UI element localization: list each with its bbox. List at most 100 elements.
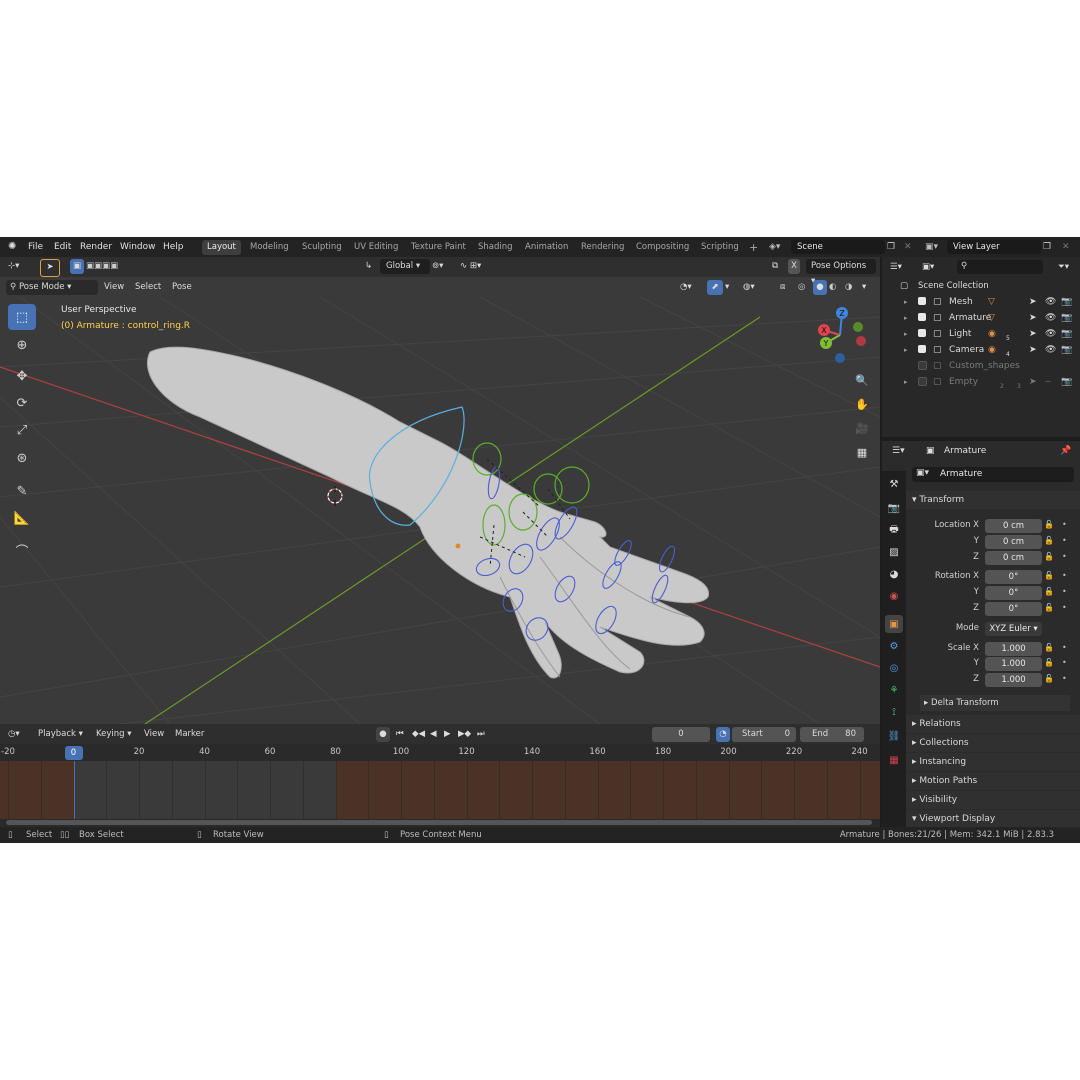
include-checkbox[interactable] (918, 297, 926, 305)
remove-view-layer-icon[interactable]: ✕ (1062, 240, 1070, 254)
tab-uv-editing[interactable]: UV Editing (349, 240, 403, 255)
display-mode-icon[interactable]: ▣▾ (922, 259, 934, 275)
view-layer-icon[interactable]: ▣▾ (925, 240, 938, 254)
rotation-mode-dropdown[interactable]: XYZ Euler ▾ (985, 622, 1042, 636)
selectable-arrow-icon[interactable]: ➤ (1029, 326, 1037, 342)
relax-tool-icon[interactable]: ⌒ (8, 537, 36, 563)
xray-icon[interactable]: ⧈ (780, 280, 785, 295)
expand-arrow-icon[interactable]: ▸ (904, 294, 908, 310)
marker-menu[interactable]: Marker (175, 727, 204, 742)
shading-dropdown-icon[interactable]: ▾ (862, 280, 866, 295)
selectable-arrow-icon[interactable]: ➤ (1029, 310, 1037, 326)
data-tab-icon[interactable]: ⟟ (885, 703, 903, 721)
properties-section[interactable]: ▸ Visibility (906, 791, 1080, 809)
new-view-layer-icon[interactable]: ❐ (1043, 240, 1051, 254)
render-camera-icon[interactable]: 📷 (1061, 374, 1072, 390)
scene-icon[interactable]: ◈▾ (769, 240, 780, 254)
keyframe-dot-icon[interactable]: • (1062, 587, 1067, 596)
blender-logo-icon[interactable]: ✺ (8, 240, 16, 254)
properties-section[interactable]: ▸ Relations (906, 715, 1080, 733)
expand-arrow-icon[interactable]: ▸ (904, 310, 908, 326)
outliner-item[interactable]: ▸ ▢ Mesh ▽ ➤ 👁 📷 (882, 294, 1080, 310)
cursor-tool-icon[interactable]: ⊕ (8, 332, 36, 358)
tab-sculpting[interactable]: Sculpting (297, 240, 347, 255)
keyframe-dot-icon[interactable]: • (1062, 571, 1067, 580)
x-mirror-toggle[interactable]: X (788, 259, 800, 274)
object-tab-icon[interactable]: ▣ (885, 615, 903, 633)
editor-type-icon[interactable]: ⊹▾ (8, 259, 19, 274)
render-camera-icon[interactable]: 📷 (1061, 342, 1072, 358)
eye-icon[interactable]: 👁 (1045, 342, 1056, 358)
annotate-tool-icon[interactable]: ✎ (8, 478, 36, 504)
outliner-item[interactable]: ▸ ▢ Camera ◉ 4 ➤ 👁 📷 (882, 342, 1080, 358)
gizmo-dropdown-icon[interactable]: ▾ (725, 280, 729, 295)
preview-range-icon[interactable]: ◔ (716, 727, 730, 742)
start-frame-field[interactable]: Start 0 (732, 727, 796, 742)
output-tab-icon[interactable]: 🖶 (885, 521, 903, 539)
select-mode-icons[interactable]: ▣▣▣▣ (86, 259, 118, 274)
render-tab-icon[interactable]: 📷 (885, 499, 903, 517)
scale-x-field[interactable]: 1.000 (985, 642, 1042, 656)
properties-section[interactable]: ▾ Viewport Display (906, 810, 1080, 828)
view-layer-field[interactable]: View Layer (947, 240, 1041, 254)
outliner-item[interactable]: ▸ ▢ Light ◉ 5 ➤ 👁 📷 (882, 326, 1080, 342)
keyframe-dot-icon[interactable]: • (1062, 520, 1067, 529)
scene-collection-row[interactable]: ▢ Scene Collection (882, 278, 1080, 294)
keying-dropdown[interactable]: Keying ▾ (96, 727, 132, 742)
lock-icon[interactable]: 🔓 (1044, 674, 1054, 683)
new-scene-icon[interactable]: ❐ (887, 240, 895, 254)
properties-section[interactable]: ▸ Collections (906, 734, 1080, 752)
play-reverse-icon[interactable]: ◀ (430, 727, 437, 742)
rotation-y-field[interactable]: 0° (985, 586, 1042, 600)
mode-dropdown[interactable]: ⚲ Pose Mode ▾ (6, 280, 98, 295)
scale-z-field[interactable]: 1.000 (985, 673, 1042, 687)
modifier-tab-icon[interactable]: ⚙ (885, 637, 903, 655)
selectable-arrow-icon[interactable]: ➤ (1029, 374, 1037, 390)
expand-arrow-icon[interactable]: ▸ (904, 342, 908, 358)
expand-arrow-icon[interactable]: ▸ (904, 326, 908, 342)
zoom-icon[interactable]: 🔍 (851, 369, 873, 391)
expand-arrow-icon[interactable]: ▸ (904, 374, 908, 390)
tab-rendering[interactable]: Rendering (576, 240, 629, 255)
end-frame-field[interactable]: End 80 (800, 727, 864, 742)
keyframe-dot-icon[interactable]: • (1062, 552, 1067, 561)
outliner-item[interactable]: ▸ ▢ Empty 2 3 ➤ ⌣ 📷 (882, 374, 1080, 390)
render-camera-icon[interactable]: 📷 (1061, 310, 1072, 326)
current-frame-field[interactable]: 0 (652, 727, 710, 742)
keyframe-dot-icon[interactable]: • (1062, 603, 1067, 612)
pan-hand-icon[interactable]: ✋ (851, 393, 873, 415)
timeline-track[interactable] (0, 761, 880, 819)
play-icon[interactable]: ▶ (444, 727, 451, 742)
move-tool-icon[interactable]: ✥ (8, 363, 36, 389)
properties-section[interactable]: ▸ Instancing (906, 753, 1080, 771)
keyframe-dot-icon[interactable]: • (1062, 674, 1067, 683)
include-checkbox[interactable] (918, 329, 926, 337)
render-camera-icon[interactable]: 📷 (1061, 326, 1072, 342)
orientation-dropdown[interactable]: Global ▾ (380, 259, 430, 274)
pose-options-dropdown[interactable]: Pose Options ▾ (806, 259, 876, 286)
rotation-z-field[interactable]: 0° (985, 602, 1042, 616)
scale-tool-icon[interactable]: ⤢ (8, 417, 36, 443)
mirror-icon[interactable]: ⧉ (772, 259, 778, 274)
lock-icon[interactable]: 🔓 (1044, 520, 1054, 529)
camera-view-icon[interactable]: 🎥 (851, 417, 873, 439)
add-workspace-button[interactable]: + (744, 240, 763, 255)
tab-layout[interactable]: Layout (202, 240, 241, 255)
properties-section[interactable]: ▸ Motion Paths (906, 772, 1080, 790)
location-x-field[interactable]: 0 cm (985, 519, 1042, 533)
lock-icon[interactable]: 🔓 (1044, 587, 1054, 596)
measure-tool-icon[interactable]: 📐 (8, 505, 36, 531)
properties-editor-icon[interactable]: ☰▾ (892, 446, 905, 456)
include-checkbox[interactable] (918, 377, 927, 386)
location-z-field[interactable]: 0 cm (985, 551, 1042, 565)
include-checkbox[interactable] (918, 345, 926, 353)
navigation-gizmo[interactable]: Z X Y (810, 305, 870, 365)
keyframe-dot-icon[interactable]: • (1062, 536, 1067, 545)
rotate-tool-icon[interactable]: ⟳ (8, 390, 36, 416)
tab-animation[interactable]: Animation (520, 240, 573, 255)
tab-scripting[interactable]: Scripting (696, 240, 744, 255)
record-button-icon[interactable]: ● (376, 727, 390, 742)
playhead-frame[interactable]: 0 (64, 746, 83, 760)
lock-icon[interactable]: 🔓 (1044, 643, 1054, 652)
menu-help[interactable]: Help (163, 240, 184, 254)
